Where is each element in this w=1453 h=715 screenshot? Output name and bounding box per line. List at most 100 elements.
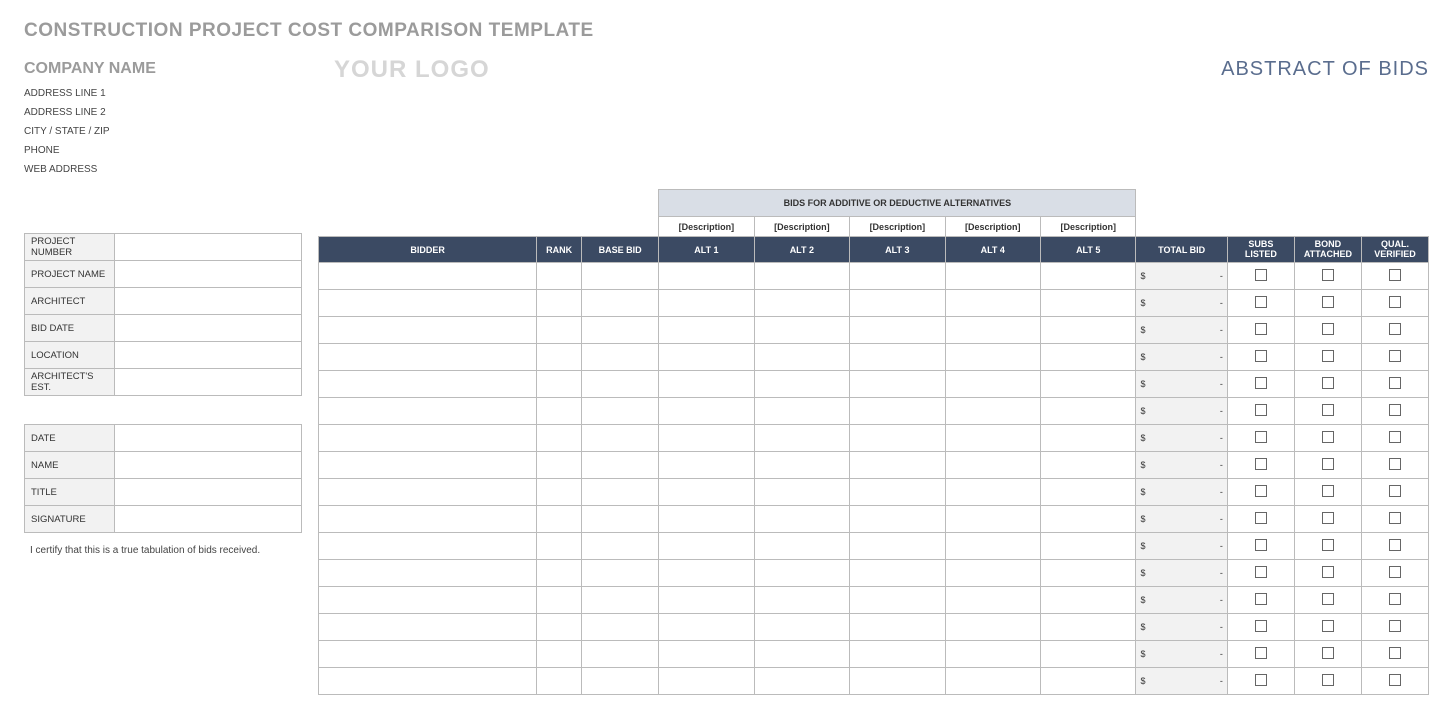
cell-alt5[interactable]: [1041, 587, 1136, 614]
checkbox-icon[interactable]: [1255, 539, 1267, 551]
cell-subs-listed[interactable]: [1227, 560, 1294, 587]
cell-alt3[interactable]: [850, 452, 945, 479]
checkbox-icon[interactable]: [1255, 377, 1267, 389]
cell-alt3[interactable]: [850, 506, 945, 533]
checkbox-icon[interactable]: [1322, 485, 1334, 497]
alt4-description[interactable]: [Description]: [945, 217, 1040, 237]
checkbox-icon[interactable]: [1389, 350, 1401, 362]
cell-alt1[interactable]: [659, 479, 754, 506]
cell-bond-attached[interactable]: [1294, 614, 1361, 641]
cell-alt3[interactable]: [850, 344, 945, 371]
cell-alt2[interactable]: [754, 290, 849, 317]
cell-subs-listed[interactable]: [1227, 317, 1294, 344]
checkbox-icon[interactable]: [1389, 458, 1401, 470]
cell-bond-attached[interactable]: [1294, 587, 1361, 614]
alt3-description[interactable]: [Description]: [850, 217, 945, 237]
cell-base-bid[interactable]: [582, 398, 659, 425]
cell-bidder[interactable]: [319, 317, 537, 344]
cell-bond-attached[interactable]: [1294, 317, 1361, 344]
checkbox-icon[interactable]: [1322, 296, 1334, 308]
cell-alt4[interactable]: [945, 263, 1040, 290]
checkbox-icon[interactable]: [1322, 593, 1334, 605]
cell-alt1[interactable]: [659, 317, 754, 344]
checkbox-icon[interactable]: [1322, 404, 1334, 416]
checkbox-icon[interactable]: [1322, 566, 1334, 578]
checkbox-icon[interactable]: [1389, 512, 1401, 524]
cell-alt3[interactable]: [850, 425, 945, 452]
cell-qual-verified[interactable]: [1361, 614, 1428, 641]
cell-qual-verified[interactable]: [1361, 425, 1428, 452]
cell-alt4[interactable]: [945, 317, 1040, 344]
cell-rank[interactable]: [537, 587, 582, 614]
cell-alt5[interactable]: [1041, 479, 1136, 506]
cell-alt5[interactable]: [1041, 533, 1136, 560]
checkbox-icon[interactable]: [1322, 458, 1334, 470]
cell-alt2[interactable]: [754, 398, 849, 425]
cell-alt4[interactable]: [945, 344, 1040, 371]
cell-alt3[interactable]: [850, 668, 945, 695]
cell-alt3[interactable]: [850, 587, 945, 614]
cell-alt1[interactable]: [659, 614, 754, 641]
cell-base-bid[interactable]: [582, 614, 659, 641]
cell-rank[interactable]: [537, 452, 582, 479]
cell-bidder[interactable]: [319, 479, 537, 506]
cell-subs-listed[interactable]: [1227, 533, 1294, 560]
cell-bond-attached[interactable]: [1294, 425, 1361, 452]
cell-base-bid[interactable]: [582, 533, 659, 560]
value-project-number[interactable]: [115, 234, 302, 261]
cell-rank[interactable]: [537, 290, 582, 317]
cell-qual-verified[interactable]: [1361, 560, 1428, 587]
value-bid-date[interactable]: [115, 315, 302, 342]
cell-subs-listed[interactable]: [1227, 371, 1294, 398]
checkbox-icon[interactable]: [1255, 593, 1267, 605]
value-title[interactable]: [115, 479, 302, 506]
cell-alt2[interactable]: [754, 344, 849, 371]
cell-base-bid[interactable]: [582, 668, 659, 695]
cell-alt2[interactable]: [754, 452, 849, 479]
cell-bond-attached[interactable]: [1294, 668, 1361, 695]
checkbox-icon[interactable]: [1255, 566, 1267, 578]
checkbox-icon[interactable]: [1389, 323, 1401, 335]
cell-subs-listed[interactable]: [1227, 263, 1294, 290]
cell-rank[interactable]: [537, 317, 582, 344]
cell-subs-listed[interactable]: [1227, 290, 1294, 317]
cell-bidder[interactable]: [319, 560, 537, 587]
checkbox-icon[interactable]: [1255, 458, 1267, 470]
cell-alt1[interactable]: [659, 533, 754, 560]
cell-alt4[interactable]: [945, 641, 1040, 668]
cell-alt1[interactable]: [659, 587, 754, 614]
cell-rank[interactable]: [537, 371, 582, 398]
cell-rank[interactable]: [537, 506, 582, 533]
cell-qual-verified[interactable]: [1361, 290, 1428, 317]
cell-alt3[interactable]: [850, 317, 945, 344]
cell-alt3[interactable]: [850, 560, 945, 587]
cell-rank[interactable]: [537, 398, 582, 425]
cell-qual-verified[interactable]: [1361, 452, 1428, 479]
checkbox-icon[interactable]: [1322, 674, 1334, 686]
cell-qual-verified[interactable]: [1361, 344, 1428, 371]
cell-alt3[interactable]: [850, 479, 945, 506]
checkbox-icon[interactable]: [1255, 350, 1267, 362]
cell-subs-listed[interactable]: [1227, 452, 1294, 479]
checkbox-icon[interactable]: [1255, 620, 1267, 632]
cell-rank[interactable]: [537, 614, 582, 641]
cell-base-bid[interactable]: [582, 263, 659, 290]
cell-rank[interactable]: [537, 263, 582, 290]
cell-alt2[interactable]: [754, 371, 849, 398]
cell-alt3[interactable]: [850, 533, 945, 560]
checkbox-icon[interactable]: [1322, 539, 1334, 551]
cell-alt4[interactable]: [945, 533, 1040, 560]
checkbox-icon[interactable]: [1322, 269, 1334, 281]
cell-alt5[interactable]: [1041, 452, 1136, 479]
cell-alt1[interactable]: [659, 344, 754, 371]
cell-alt1[interactable]: [659, 290, 754, 317]
cell-bond-attached[interactable]: [1294, 263, 1361, 290]
cell-bidder[interactable]: [319, 263, 537, 290]
cell-bidder[interactable]: [319, 614, 537, 641]
cell-alt5[interactable]: [1041, 641, 1136, 668]
checkbox-icon[interactable]: [1322, 377, 1334, 389]
cell-alt4[interactable]: [945, 587, 1040, 614]
cell-bond-attached[interactable]: [1294, 560, 1361, 587]
cell-rank[interactable]: [537, 533, 582, 560]
cell-alt4[interactable]: [945, 425, 1040, 452]
